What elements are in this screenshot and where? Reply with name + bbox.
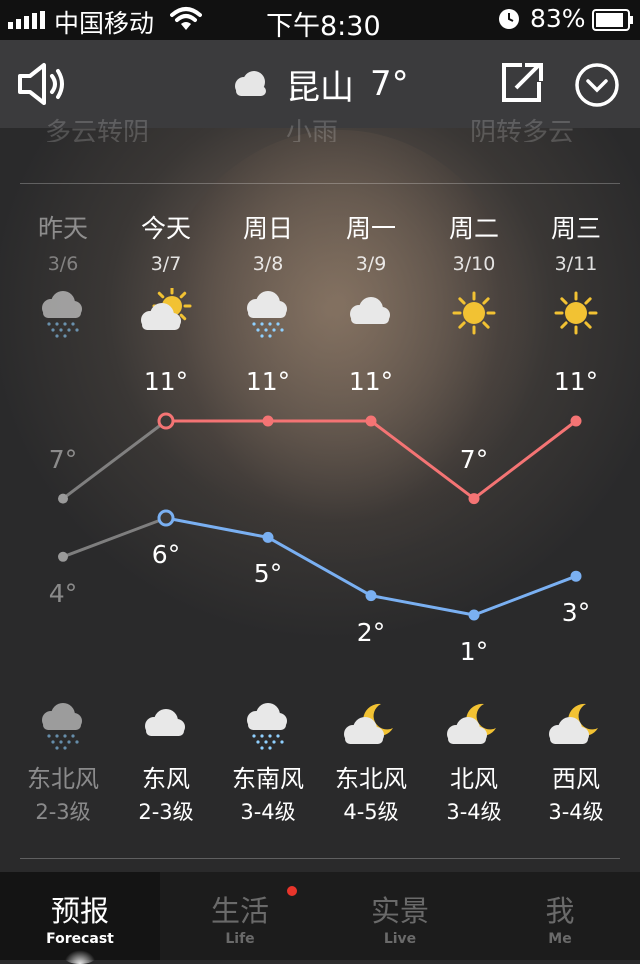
tab-live[interactable]: 实景 Live xyxy=(320,872,480,960)
temperature-chart xyxy=(58,412,582,621)
low-temp-point xyxy=(468,609,480,621)
high-temp-segment xyxy=(370,419,475,500)
active-indicator xyxy=(64,950,96,964)
high-temp-segment xyxy=(62,419,167,500)
tab-life[interactable]: 生活 Life xyxy=(160,872,320,960)
low-temp-point xyxy=(262,531,274,543)
low-temp-point xyxy=(570,570,582,582)
tab-me[interactable]: 我 Me xyxy=(480,872,640,960)
high-temp-point xyxy=(468,493,480,505)
divider xyxy=(20,858,620,859)
high-temp-point xyxy=(157,412,175,430)
low-temp-point xyxy=(365,590,377,602)
tab-label: 预报 xyxy=(50,894,109,928)
tab-bar: 预报 Forecast 生活 Life 实景 Live 我 Me xyxy=(0,872,640,964)
tab-forecast[interactable]: 预报 Forecast xyxy=(0,872,160,964)
high-temp-segment xyxy=(473,419,577,500)
low-temp-segment xyxy=(62,516,167,559)
tab-label: 生活 xyxy=(210,894,269,928)
tab-sublabel: Life xyxy=(225,931,255,947)
tab-sublabel: Forecast xyxy=(46,931,114,947)
high-temp-point xyxy=(262,415,274,427)
low-temp-segment xyxy=(370,594,475,617)
tab-label: 实景 xyxy=(370,894,429,928)
low-temp-segment xyxy=(267,536,372,597)
notification-dot xyxy=(287,886,297,896)
high-temp-point xyxy=(570,415,582,427)
low-temp-segment xyxy=(473,574,577,617)
tab-label: 我 xyxy=(545,894,575,928)
low-temp-point xyxy=(157,509,175,527)
tab-sublabel: Live xyxy=(383,931,417,947)
low-temp-point xyxy=(58,551,68,562)
high-temp-point xyxy=(58,493,68,504)
low-temp-segment xyxy=(165,516,269,539)
tab-sublabel: Me xyxy=(548,931,572,947)
high-temp-point xyxy=(365,415,377,427)
